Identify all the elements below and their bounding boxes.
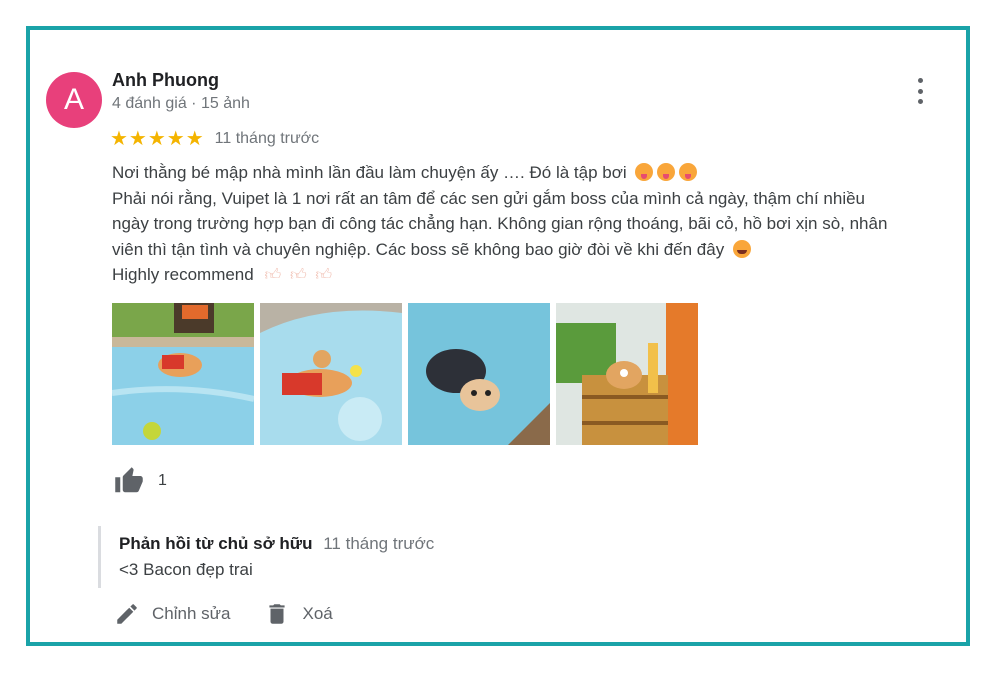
laughing-emoji-icon bbox=[732, 239, 751, 258]
review-time: 11 tháng trước bbox=[214, 129, 320, 147]
review-photo-2[interactable] bbox=[260, 303, 402, 445]
more-vert-icon-dot bbox=[917, 99, 923, 104]
author-meta: 4 đánh giá · 15 ảnh bbox=[112, 95, 250, 112]
more-options-button[interactable] bbox=[914, 78, 926, 104]
tongue-emoji-icon bbox=[635, 163, 654, 181]
thumbs-up-emoji-icon: 👍︎ bbox=[264, 267, 282, 284]
review-text: Nơi thằng bé mập nhà mình lần đầu làm ch… bbox=[112, 160, 962, 289]
owner-reply: Phản hồi từ chủ sở hữu 11 tháng trước <3… bbox=[98, 526, 434, 588]
review-photo-3[interactable] bbox=[408, 303, 550, 445]
owner-reply-time: 11 tháng trước bbox=[323, 534, 435, 553]
owner-reply-body: <3 Bacon đẹp trai bbox=[119, 560, 253, 579]
rating-row: ★★★★★ 11 tháng trước bbox=[110, 126, 319, 151]
avatar[interactable]: A bbox=[46, 72, 102, 128]
delete-icon bbox=[269, 604, 286, 624]
like-button[interactable]: 1 bbox=[112, 466, 167, 496]
more-vert-icon-dot bbox=[917, 78, 923, 83]
delete-label: Xoá bbox=[302, 604, 333, 623]
review-actions: Chỉnh sửa Xoá bbox=[114, 600, 367, 628]
tongue-emoji-icon bbox=[657, 163, 676, 181]
review-card: A Anh Phuong 4 đánh giá · 15 ảnh ★★★★★ 1… bbox=[30, 30, 966, 642]
edit-icon bbox=[117, 604, 137, 624]
thumbs-up-emoji-icon: 👍︎ bbox=[315, 267, 333, 284]
review-text-line: viên thì tận tình và chuyên nghiệp. Các … bbox=[112, 237, 962, 263]
star-rating: ★★★★★ bbox=[110, 128, 205, 150]
review-text-line: ngày trong trường hợp bạn đi công tác ch… bbox=[112, 214, 888, 233]
review-photo-4[interactable] bbox=[556, 303, 698, 445]
review-card-frame: A Anh Phuong 4 đánh giá · 15 ảnh ★★★★★ 1… bbox=[26, 26, 970, 646]
more-vert-icon-dot bbox=[917, 88, 923, 94]
edit-button[interactable]: Chỉnh sửa bbox=[114, 601, 230, 627]
review-photos bbox=[112, 303, 698, 445]
owner-reply-header: Phản hồi từ chủ sở hữu 11 tháng trước bbox=[119, 534, 434, 554]
review-text-line: Highly recommend 👍︎ 👍︎ 👍︎ bbox=[112, 265, 333, 284]
like-count: 1 bbox=[158, 472, 167, 489]
review-photo-1[interactable] bbox=[112, 303, 254, 445]
tongue-emoji-icon bbox=[679, 163, 698, 181]
review-text-line: Phải nói rằng, Vuipet là 1 nơi rất an tâ… bbox=[112, 188, 866, 208]
thumbs-up-emoji-icon: 👍︎ bbox=[289, 267, 307, 284]
author-name[interactable]: Anh Phuong bbox=[112, 70, 219, 91]
edit-label: Chỉnh sửa bbox=[152, 604, 231, 623]
review-text-line: Nơi thằng bé mập nhà mình lần đầu làm ch… bbox=[112, 160, 962, 186]
delete-button[interactable]: Xoá bbox=[264, 600, 333, 628]
owner-reply-title: Phản hồi từ chủ sở hữu bbox=[119, 534, 313, 553]
thumb-up-icon bbox=[115, 467, 143, 493]
